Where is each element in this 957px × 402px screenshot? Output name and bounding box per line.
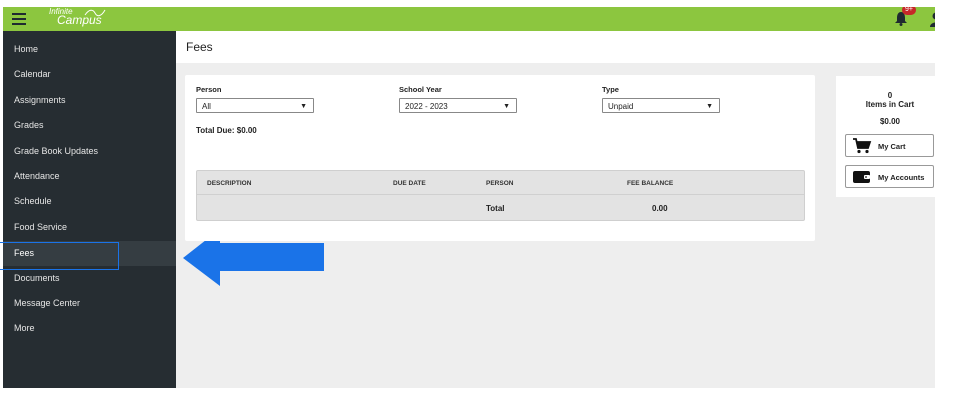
cart-panel: 0 Items in Cart $0.00 My Cart My Account… (836, 76, 935, 197)
total-value: 0.00 (652, 204, 668, 213)
sidebar-item-home[interactable]: Home (3, 37, 176, 62)
sidebar-item-message-center[interactable]: Message Center (3, 291, 176, 316)
school-year-select-value: 2022 - 2023 (405, 102, 448, 111)
total-due: Total Due: $0.00 (196, 126, 257, 135)
page-header: Fees (176, 31, 935, 63)
cart-item-count: 0 (887, 91, 893, 100)
my-accounts-button[interactable]: My Accounts (845, 165, 934, 188)
caret-down-icon: ▼ (706, 103, 713, 110)
sidebar: Home Calendar Assignments Grades Grade B… (3, 31, 176, 388)
school-year-label: School Year (399, 85, 442, 94)
sidebar-item-grade-book-updates[interactable]: Grade Book Updates (3, 139, 176, 164)
person-select[interactable]: All ▼ (196, 98, 314, 113)
person-label: Person (196, 85, 222, 94)
my-cart-label: My Cart (878, 142, 906, 151)
column-header-person: PERSON (486, 180, 514, 187)
sidebar-item-assignments[interactable]: Assignments (3, 88, 176, 113)
sidebar-item-schedule[interactable]: Schedule (3, 189, 176, 214)
notification-badge: 9+ (902, 7, 916, 15)
my-cart-button[interactable]: My Cart (845, 134, 934, 157)
sidebar-item-calendar[interactable]: Calendar (3, 62, 176, 87)
sidebar-item-food-service[interactable]: Food Service (3, 215, 176, 240)
caret-down-icon: ▼ (503, 103, 510, 110)
type-label: Type (602, 85, 619, 94)
fees-highlight-box (0, 242, 119, 270)
shopping-cart-icon (853, 138, 872, 154)
menu-icon[interactable] (12, 10, 26, 26)
person-select-value: All (202, 102, 211, 111)
cart-amount: $0.00 (879, 117, 901, 126)
column-header-fee-balance: FEE BALANCE (627, 180, 674, 187)
top-bar: Infinite Campus 9+ (3, 7, 935, 31)
caret-down-icon: ▼ (300, 103, 307, 110)
my-accounts-label: My Accounts (878, 173, 925, 182)
sidebar-item-attendance[interactable]: Attendance (3, 164, 176, 189)
logo-swoosh-icon (84, 9, 106, 17)
column-header-due-date: DUE DATE (393, 180, 426, 187)
type-select-value: Unpaid (608, 102, 634, 111)
user-icon[interactable] (928, 11, 935, 27)
school-year-select[interactable]: 2022 - 2023 ▼ (399, 98, 517, 113)
page-title: Fees (186, 40, 213, 54)
column-header-description: DESCRIPTION (207, 180, 252, 187)
sidebar-item-grades[interactable]: Grades (3, 113, 176, 138)
row-divider (197, 194, 804, 195)
cart-items-label: Items in Cart (865, 100, 915, 109)
wallet-icon (853, 171, 870, 183)
fees-table: DESCRIPTION DUE DATE PERSON FEE BALANCE … (196, 170, 805, 221)
sidebar-item-more[interactable]: More (3, 316, 176, 341)
type-select[interactable]: Unpaid ▼ (602, 98, 720, 113)
total-label: Total (486, 204, 505, 213)
fees-card: Person All ▼ School Year 2022 - 2023 ▼ T… (185, 75, 815, 241)
